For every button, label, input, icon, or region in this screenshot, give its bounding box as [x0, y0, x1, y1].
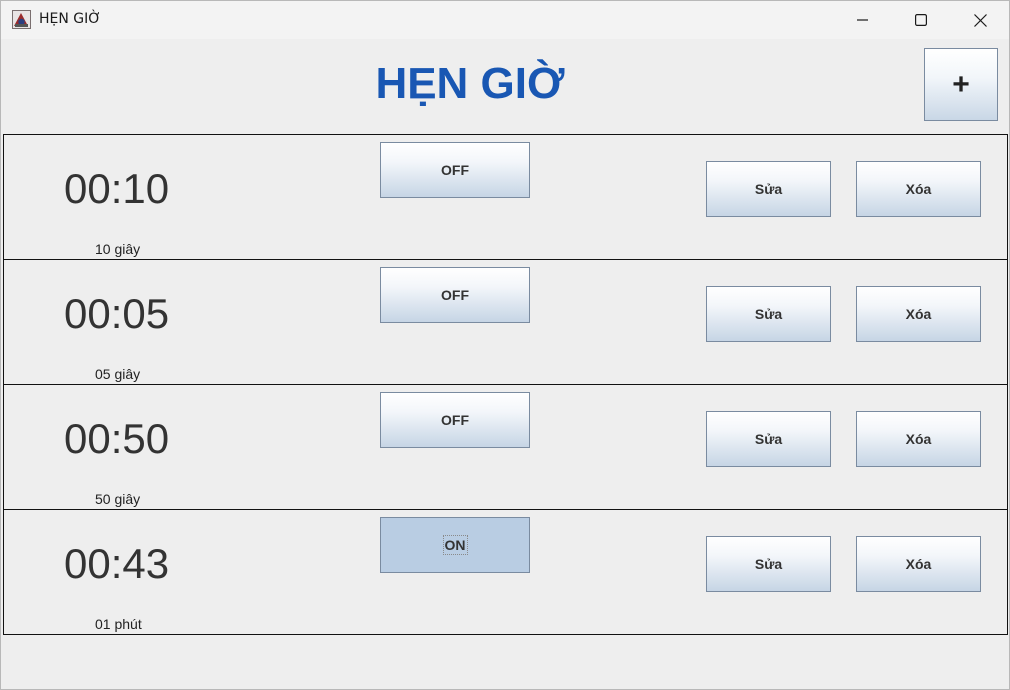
toggle-button[interactable]: OFF	[380, 142, 530, 198]
timer-time: 00:43	[64, 540, 170, 587]
timer-time: 00:50	[64, 415, 170, 462]
close-button[interactable]	[955, 1, 1005, 39]
timer-duration-label: 05 giây	[95, 366, 141, 382]
delete-button[interactable]: Xóa	[856, 161, 981, 217]
app-window: HẸN GIỜ HẸN GIỜ + 00:10 10 giây OFF Sửa	[0, 0, 1010, 690]
close-icon	[973, 13, 987, 27]
timer-row: 00:43 01 phút ON Sửa Xóa	[3, 509, 1008, 635]
toggle-button[interactable]: OFF	[380, 267, 530, 323]
add-timer-button[interactable]: +	[924, 48, 998, 121]
edit-button[interactable]: Sửa	[706, 536, 831, 592]
edit-button[interactable]: Sửa	[706, 411, 831, 467]
timer-row: 00:50 50 giây OFF Sửa Xóa	[3, 384, 1008, 510]
edit-button[interactable]: Sửa	[706, 286, 831, 342]
toggle-label: OFF	[441, 287, 469, 303]
page-title: HẸN GIỜ	[375, 59, 565, 108]
maximize-icon	[915, 14, 927, 26]
maximize-button[interactable]	[896, 1, 946, 39]
header: HẸN GIỜ +	[1, 39, 1009, 134]
timer-row: 00:10 10 giây OFF Sửa Xóa	[3, 134, 1008, 260]
timer-duration-label: 01 phút	[95, 616, 142, 632]
timer-time: 00:05	[64, 290, 170, 337]
delete-button[interactable]: Xóa	[856, 411, 981, 467]
clock-app-icon	[12, 10, 31, 29]
timer-row: 00:05 05 giây OFF Sửa Xóa	[3, 259, 1008, 385]
delete-button[interactable]: Xóa	[856, 286, 981, 342]
minimize-icon	[857, 19, 868, 21]
timer-list: 00:10 10 giây OFF Sửa Xóa 00:05 05 giây …	[3, 134, 1008, 635]
minimize-button[interactable]	[838, 1, 888, 39]
window-title: HẸN GIỜ	[39, 11, 102, 27]
toggle-label: OFF	[441, 412, 469, 428]
edit-button[interactable]: Sửa	[706, 161, 831, 217]
timer-duration-label: 10 giây	[95, 241, 141, 257]
timer-duration-label: 50 giây	[95, 491, 141, 507]
delete-button[interactable]: Xóa	[856, 536, 981, 592]
toggle-label: OFF	[441, 162, 469, 178]
toggle-button[interactable]: ON	[380, 517, 530, 573]
timer-time: 00:10	[64, 165, 170, 212]
toggle-label: ON	[442, 535, 468, 555]
title-bar[interactable]: HẸN GIỜ	[1, 1, 1009, 39]
toggle-button[interactable]: OFF	[380, 392, 530, 448]
